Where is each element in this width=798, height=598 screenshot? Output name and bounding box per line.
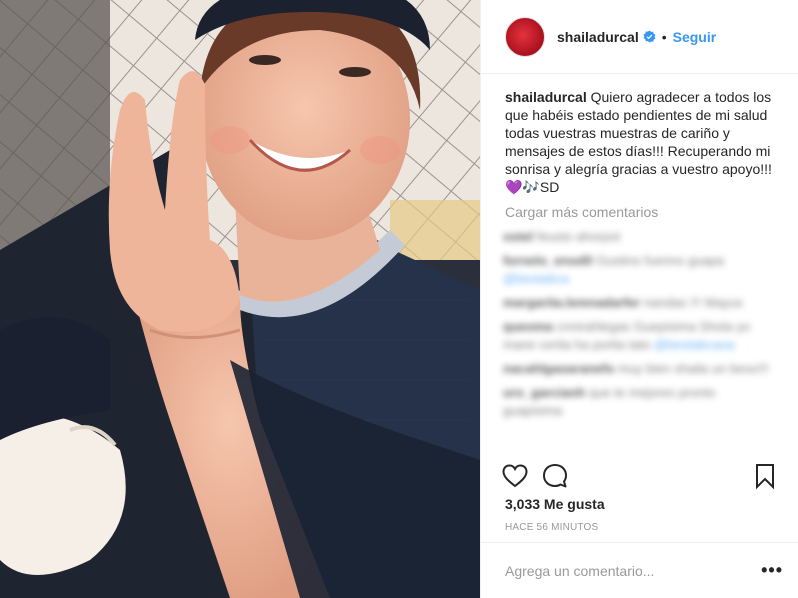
verified-badge-icon xyxy=(643,30,656,43)
comment-text: Gustino fuenno guapa xyxy=(596,253,725,268)
comment-mention[interactable]: @bestabcaoa xyxy=(654,337,734,352)
comment-text: feusto ahorpot xyxy=(536,229,621,244)
list-item: uro_garcianh que te mejores pronto guapi… xyxy=(503,384,775,420)
comment-username[interactable]: queoma xyxy=(503,319,553,334)
caption: shailadurcal Quiero agradecer a todos lo… xyxy=(505,88,787,196)
post-header: shailadurcal • Seguir xyxy=(481,0,798,74)
list-item: nacahlgaoaranefo muy bien shaila un beso… xyxy=(503,360,775,378)
caption-signature: SD xyxy=(539,179,560,195)
comment-text: nandas !!! Mayus xyxy=(643,295,743,310)
speech-bubble-icon xyxy=(543,464,567,488)
action-bar xyxy=(481,458,798,498)
save-button[interactable] xyxy=(751,462,779,490)
comment-username[interactable]: uro_garcianh xyxy=(503,385,585,400)
more-options-button[interactable]: ••• xyxy=(761,560,783,581)
comment-mention[interactable]: @bestabca xyxy=(503,271,569,286)
comment-text: muy bien shaila un beso!!! xyxy=(617,361,769,376)
photo-illustration xyxy=(0,0,480,598)
follow-button[interactable]: Seguir xyxy=(673,29,717,45)
list-item: queoma cnnirahlegas Guepisima Shola yo m… xyxy=(503,318,775,354)
comment-username[interactable]: fornelo_enod0 xyxy=(503,253,593,268)
heart-outline-icon xyxy=(502,464,528,488)
header-separator: • xyxy=(661,28,667,45)
comment-button[interactable] xyxy=(541,462,569,490)
post-side-panel: shailadurcal • Seguir shailadurcal Quier… xyxy=(480,0,798,598)
list-item: ostel feusto ahorpot xyxy=(503,228,775,246)
header-username[interactable]: shailadurcal xyxy=(557,29,639,45)
bookmark-icon xyxy=(756,464,774,490)
comments-list: ostel feusto ahorpot fornelo_enod0 Gusti… xyxy=(503,228,775,450)
likes-count[interactable]: 3,033 Me gusta xyxy=(505,496,605,512)
post-photo[interactable] xyxy=(0,0,480,598)
list-item: fornelo_enod0 Gustino fuenno guapa @best… xyxy=(503,252,775,288)
list-item: margarita.lemnadarfer nandas !!! Mayus xyxy=(503,294,775,312)
comment-input[interactable] xyxy=(505,562,762,579)
post-timestamp: HACE 56 MINUTOS xyxy=(505,522,599,533)
comment-username[interactable]: margarita.lemnadarfer xyxy=(503,295,640,310)
like-button[interactable] xyxy=(501,462,529,490)
load-more-comments-button[interactable]: Cargar más comentarios xyxy=(505,204,658,220)
caption-emoji: 💜🎶 xyxy=(505,179,540,195)
comment-username[interactable]: ostel xyxy=(503,229,533,244)
add-comment-bar: ••• xyxy=(481,542,798,598)
avatar[interactable] xyxy=(505,16,545,57)
caption-username[interactable]: shailadurcal xyxy=(505,89,587,105)
comment-username[interactable]: nacahlgaoaranefo xyxy=(503,361,614,376)
instagram-post: shailadurcal • Seguir shailadurcal Quier… xyxy=(0,0,798,598)
